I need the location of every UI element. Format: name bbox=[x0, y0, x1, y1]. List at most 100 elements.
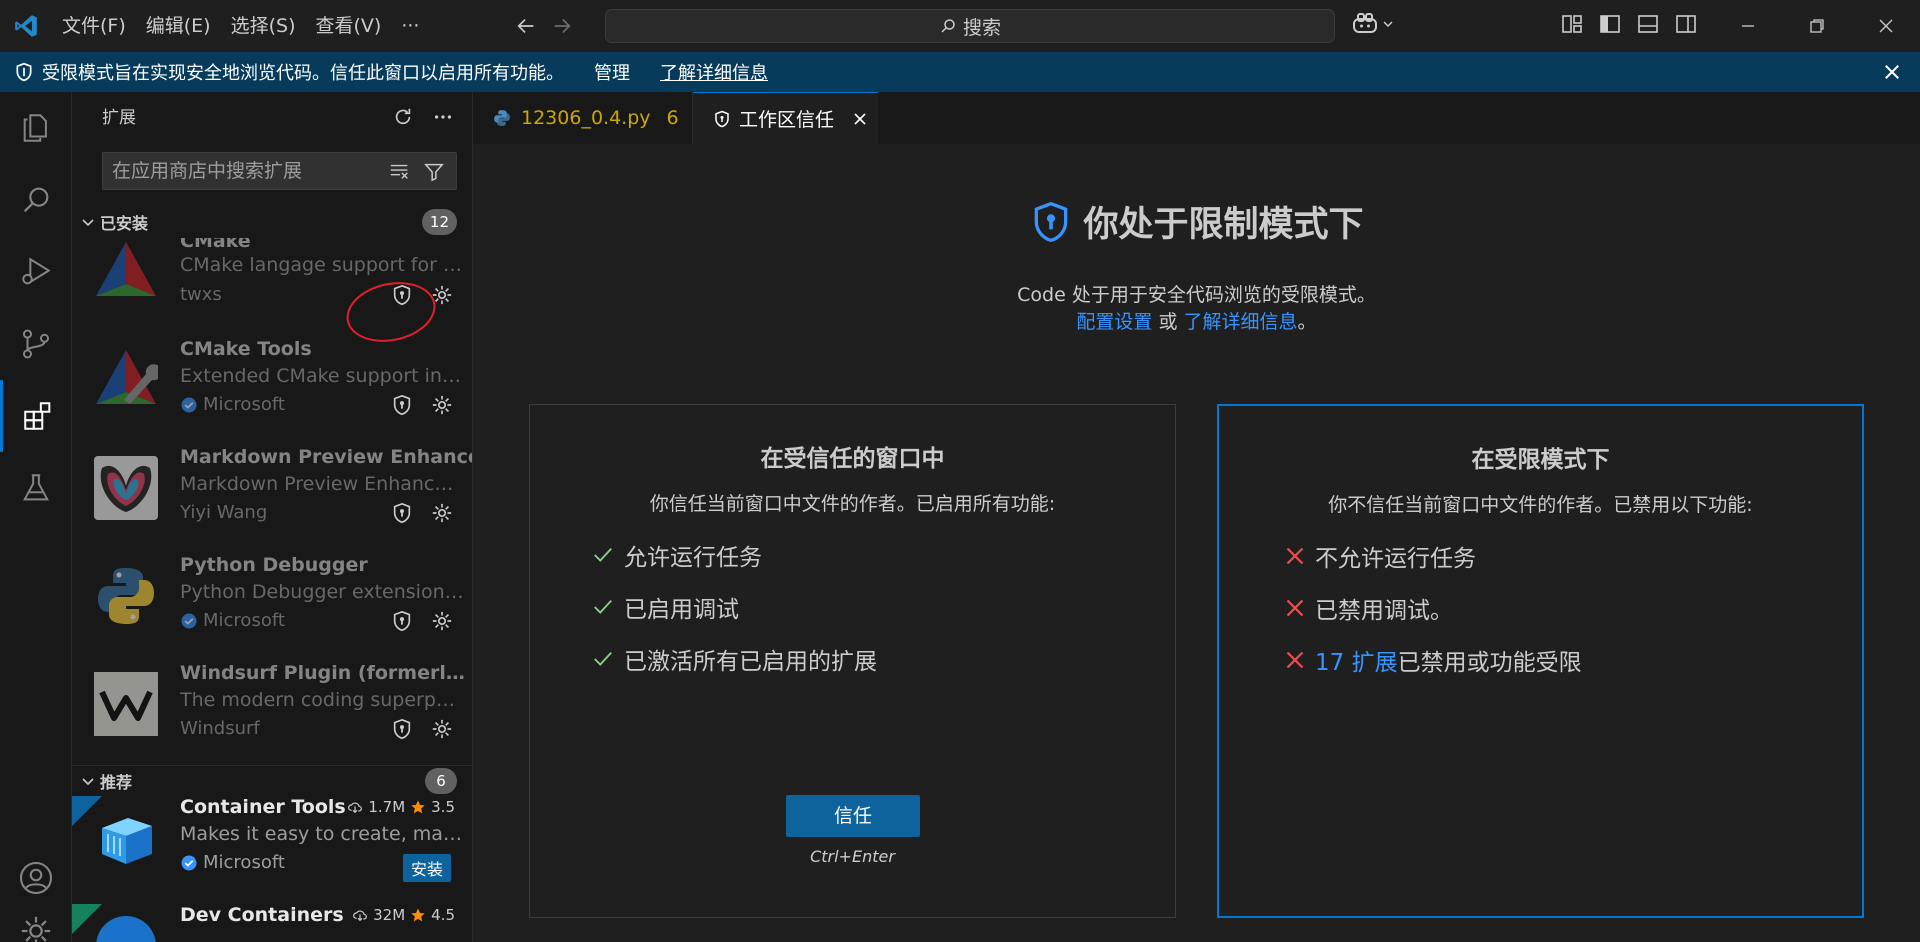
gear-icon[interactable] bbox=[431, 718, 453, 740]
menu-edit[interactable]: 编辑(E) bbox=[136, 0, 221, 52]
publisher-name: twxs bbox=[180, 284, 222, 305]
extension-description: Python Debugger extension using debugpy bbox=[180, 581, 465, 603]
source-control-button[interactable] bbox=[0, 308, 72, 380]
refresh-icon[interactable] bbox=[392, 106, 414, 128]
menu-selection[interactable]: 选择(S) bbox=[221, 0, 306, 52]
close-window-button[interactable] bbox=[1851, 0, 1920, 52]
extension-name: CMake Tools bbox=[180, 338, 312, 360]
shield-icon bbox=[1029, 200, 1073, 244]
cloud-download-icon bbox=[347, 799, 363, 815]
filter-icon[interactable] bbox=[423, 161, 445, 183]
extension-item-windsurf[interactable]: Windsurf Plugin (formerly Codeium) The m… bbox=[72, 662, 472, 770]
source-control-icon bbox=[19, 327, 53, 361]
publisher-name: Microsoft bbox=[203, 852, 285, 873]
search-view-button[interactable] bbox=[0, 164, 72, 236]
accounts-button[interactable] bbox=[0, 842, 72, 914]
back-arrow-icon[interactable] bbox=[515, 15, 537, 37]
manage-button[interactable] bbox=[0, 914, 72, 942]
menu-file[interactable]: 文件(F) bbox=[52, 0, 136, 52]
extension-item-python-debugger[interactable]: Python Debugger Python Debugger extensio… bbox=[72, 554, 472, 662]
installed-count-badge: 12 bbox=[421, 209, 457, 235]
testing-button[interactable] bbox=[0, 452, 72, 524]
restricted-shield-icon[interactable] bbox=[391, 718, 413, 740]
gear-icon[interactable] bbox=[431, 502, 453, 524]
extension-item-cmake-tools[interactable]: CMake Tools Extended CMake support in Vi… bbox=[72, 338, 472, 446]
customize-layout-icon[interactable] bbox=[1560, 12, 1584, 36]
more-actions-icon[interactable] bbox=[432, 106, 454, 128]
extension-item-dev-containers[interactable]: Dev Containers 32M 4.5 bbox=[72, 904, 472, 942]
restricted-heading: 在受限模式下 bbox=[1471, 447, 1610, 473]
cmake-tools-icon bbox=[94, 348, 158, 412]
rating-value: 4.5 bbox=[431, 906, 455, 924]
copilot-menu[interactable] bbox=[1352, 12, 1394, 36]
extension-name: CMake bbox=[180, 238, 251, 252]
restore-icon bbox=[1809, 18, 1825, 34]
verified-badge-icon bbox=[180, 854, 198, 872]
subtitle-text: Code 处于用于安全代码浏览的受限模式。 bbox=[1017, 284, 1376, 306]
run-debug-button[interactable] bbox=[0, 236, 72, 308]
search-icon bbox=[19, 183, 53, 217]
trust-button[interactable]: 信任 bbox=[786, 795, 920, 837]
extension-name: Dev Containers bbox=[180, 904, 344, 926]
search-label: 搜索 bbox=[962, 16, 1001, 39]
banner-learn-more-link[interactable]: 了解详细信息 bbox=[660, 59, 768, 85]
extension-item-container-tools[interactable]: Container Tools 1.7M 3.5 Makes it easy t… bbox=[72, 796, 472, 904]
gear-icon[interactable] bbox=[431, 394, 453, 416]
gear-icon[interactable] bbox=[431, 610, 453, 632]
problems-count: 6 bbox=[666, 107, 679, 129]
extensions-button[interactable] bbox=[0, 380, 72, 452]
restore-button[interactable] bbox=[1782, 0, 1851, 52]
installed-section-header[interactable]: 已安装 12 bbox=[72, 207, 472, 237]
extension-name: Markdown Preview Enhanced bbox=[180, 446, 473, 468]
gear-icon bbox=[19, 914, 53, 942]
clear-filter-icon[interactable] bbox=[389, 161, 411, 181]
restricted-shield-icon[interactable] bbox=[391, 394, 413, 416]
restricted-shield-icon[interactable] bbox=[391, 610, 413, 632]
flask-icon bbox=[19, 471, 53, 505]
toggle-panel-icon[interactable] bbox=[1636, 12, 1660, 36]
list-item: 17 扩展已禁用或功能受限 bbox=[1285, 634, 1582, 686]
banner-manage-link[interactable]: 管理 bbox=[594, 59, 630, 85]
star-icon bbox=[410, 907, 426, 923]
tab-python-file[interactable]: 12306_0.4.py 6 bbox=[473, 92, 693, 144]
installed-label: 已安装 bbox=[100, 214, 149, 233]
install-button[interactable]: 安装 bbox=[402, 854, 451, 882]
verified-badge-icon bbox=[180, 396, 198, 414]
tab-label: 工作区信任 bbox=[739, 109, 835, 131]
search-placeholder: 在应用商店中搜索扩展 bbox=[112, 160, 303, 182]
extension-publisher: Windsurf bbox=[180, 718, 260, 739]
toggle-secondary-sidebar-icon[interactable] bbox=[1674, 12, 1698, 36]
menu-view[interactable]: 查看(V) bbox=[306, 0, 392, 52]
explorer-button[interactable] bbox=[0, 92, 72, 164]
workspace-trust-editor: 你处于限制模式下 Code 处于用于安全代码浏览的受限模式。 配置设置 或 了解… bbox=[473, 144, 1920, 942]
close-tab-icon[interactable] bbox=[852, 111, 868, 127]
restricted-feature-list: 不允许运行任务 已禁用调试。 17 扩展已禁用或功能受限 bbox=[1285, 530, 1582, 686]
feature-text: 已激活所有已启用的扩展 bbox=[624, 649, 877, 675]
configure-settings-link[interactable]: 配置设置 bbox=[1076, 311, 1152, 333]
extension-search-input[interactable]: 在应用商店中搜索扩展 bbox=[102, 152, 457, 190]
banner-close-icon[interactable] bbox=[1882, 62, 1902, 82]
extension-description: The modern coding superpower bbox=[180, 689, 465, 711]
restricted-subtext: 你不信任当前窗口中文件的作者。已禁用以下功能: bbox=[1328, 494, 1753, 516]
extension-name: Windsurf Plugin (formerly Codeium) bbox=[180, 662, 465, 684]
list-item: 已激活所有已启用的扩展 bbox=[592, 633, 877, 685]
learn-more-link[interactable]: 了解详细信息 bbox=[1184, 311, 1298, 333]
container-tools-icon bbox=[94, 806, 158, 870]
list-item: 已禁用调试。 bbox=[1285, 582, 1582, 634]
recommended-section-header[interactable]: 推荐 6 bbox=[72, 765, 472, 795]
page-subtitle: Code 处于用于安全代码浏览的受限模式。 配置设置 或 了解详细信息。 bbox=[473, 282, 1920, 336]
tab-workspace-trust[interactable]: 工作区信任 bbox=[693, 92, 878, 144]
extension-item-markdown-preview-enhanced[interactable]: Markdown Preview Enhanced Markdown Previ… bbox=[72, 446, 473, 554]
forward-arrow-icon[interactable] bbox=[551, 15, 573, 37]
list-item: 已启用调试 bbox=[592, 581, 877, 633]
minimize-button[interactable] bbox=[1713, 0, 1782, 52]
disabled-extensions-link[interactable]: 17 扩展 bbox=[1315, 650, 1398, 676]
restricted-shield-icon[interactable] bbox=[391, 502, 413, 524]
toggle-primary-sidebar-icon[interactable] bbox=[1598, 12, 1622, 36]
shield-icon bbox=[713, 110, 731, 128]
extension-description: Extended CMake support in Visual Studio … bbox=[180, 365, 465, 387]
menu-more[interactable]: ··· bbox=[391, 0, 429, 52]
banner-message: 受限模式旨在实现安全地浏览代码。信任此窗口以启用所有功能。 bbox=[42, 63, 564, 84]
page-title: 你处于限制模式下 bbox=[473, 196, 1920, 247]
command-center-search[interactable]: 搜索 bbox=[605, 9, 1335, 43]
